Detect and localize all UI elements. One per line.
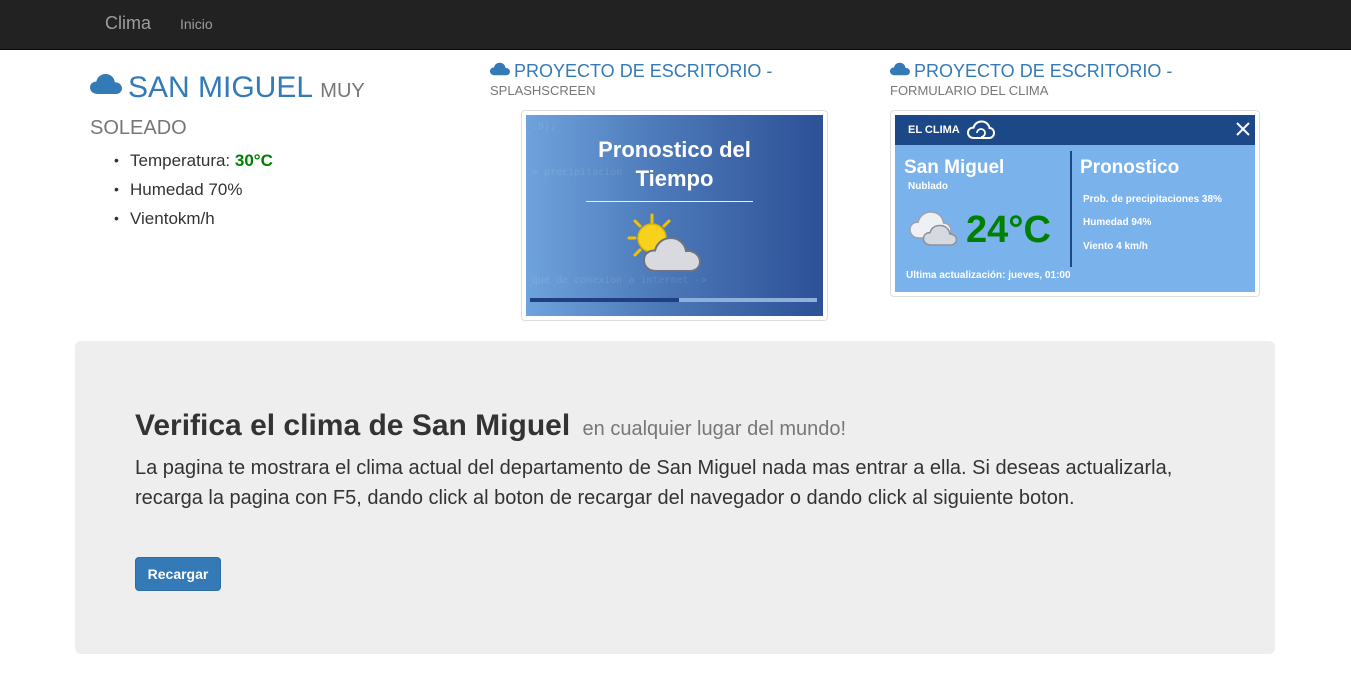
stat-humidity: Humedad 70% [112,175,273,204]
jumbotron-title: Verifica el clima de San Miguel en cualq… [135,409,846,443]
divider [586,201,753,202]
navbar: Clima Inicio [0,0,1351,50]
project-subtitle: SPLASHSCREEN [490,83,596,98]
city-heading: SAN MIGUEL MUY [90,68,430,111]
nav-link-inicio[interactable]: Inicio [180,16,213,32]
jumbotron-heading: Verifica el clima de San Miguel [135,409,571,442]
condition-line2: SOLEADO [90,117,187,139]
partly-cloudy-icon [627,213,702,272]
forecast-wind: Viento 4 km/h [1083,241,1148,252]
divider [1070,151,1072,267]
jumbotron: Verifica el clima de San Miguel en cualq… [75,341,1275,654]
reload-button[interactable]: Recargar [135,557,221,591]
cloud-icon [490,62,510,76]
cloudy-icon [909,211,958,246]
form-city: San Miguel [904,157,1005,178]
temperature-value: 30°C [234,151,273,170]
project-title: PROYECTO DE ESCRITORIO - [914,61,1173,81]
navbar-brand[interactable]: Clima [105,13,151,34]
loading-progress-bar [530,298,817,302]
ghost-text: .9); [532,121,557,132]
last-update: Ultima actualización: jueves, 01:00 [906,270,1071,281]
splashscreen-thumbnail[interactable]: .9); = precipitacion que de conexion a i… [521,110,828,321]
jumbotron-text: La pagina te mostrara el clima actual de… [135,457,1173,509]
cloud-icon [890,62,910,76]
splash-title-line2: Tiempo [635,166,714,191]
stat-temperature: Temperatura: 30°C [112,146,273,175]
form-condition: Nublado [908,181,948,192]
weather-stats: Temperatura: 30°C Humedad 70% Vientokm/h [112,146,273,233]
forecast-humidity: Humedad 94% [1083,217,1152,228]
jumbotron-subtitle: en cualquier lugar del mundo! [582,418,847,440]
form-temperature: 24°C [966,209,1051,251]
project-splashscreen-header: PROYECTO DE ESCRITORIO - SPLASHSCREEN [490,60,772,98]
cloud-icon [90,74,122,94]
close-icon [1236,122,1250,136]
form-thumbnail[interactable]: EL CLIMA San Miguel Nublado 24°C Pronost… [890,110,1260,297]
splashscreen-image: .9); = precipitacion que de conexion a i… [526,115,823,316]
project-title: PROYECTO DE ESCRITORIO - [514,61,773,81]
form-image: EL CLIMA San Miguel Nublado 24°C Pronost… [895,115,1255,292]
ghost-text: que de conexion a internet -> [532,275,707,286]
app-label: EL CLIMA [908,124,960,136]
project-subtitle: FORMULARIO DEL CLIMA [890,83,1049,98]
forecast-title: Pronostico [1080,157,1180,178]
project-form-header: PROYECTO DE ESCRITORIO - FORMULARIO DEL … [890,60,1172,98]
form-titlebar: EL CLIMA [895,115,1255,145]
refresh-cloud-icon [967,120,995,139]
current-weather: SAN MIGUEL MUY SOLEADO [90,68,430,145]
condition-line1: MUY [320,80,365,102]
city-name: SAN MIGUEL [128,71,312,104]
splash-title: Pronostico del Tiempo [526,135,823,193]
stat-wind: Vientokm/h [112,204,273,233]
temperature-label: Temperatura: [130,151,235,170]
loading-progress-fill [530,298,680,302]
forecast-precip: Prob. de precipitaciones 38% [1083,194,1222,205]
splash-title-line1: Pronostico del [598,137,751,162]
